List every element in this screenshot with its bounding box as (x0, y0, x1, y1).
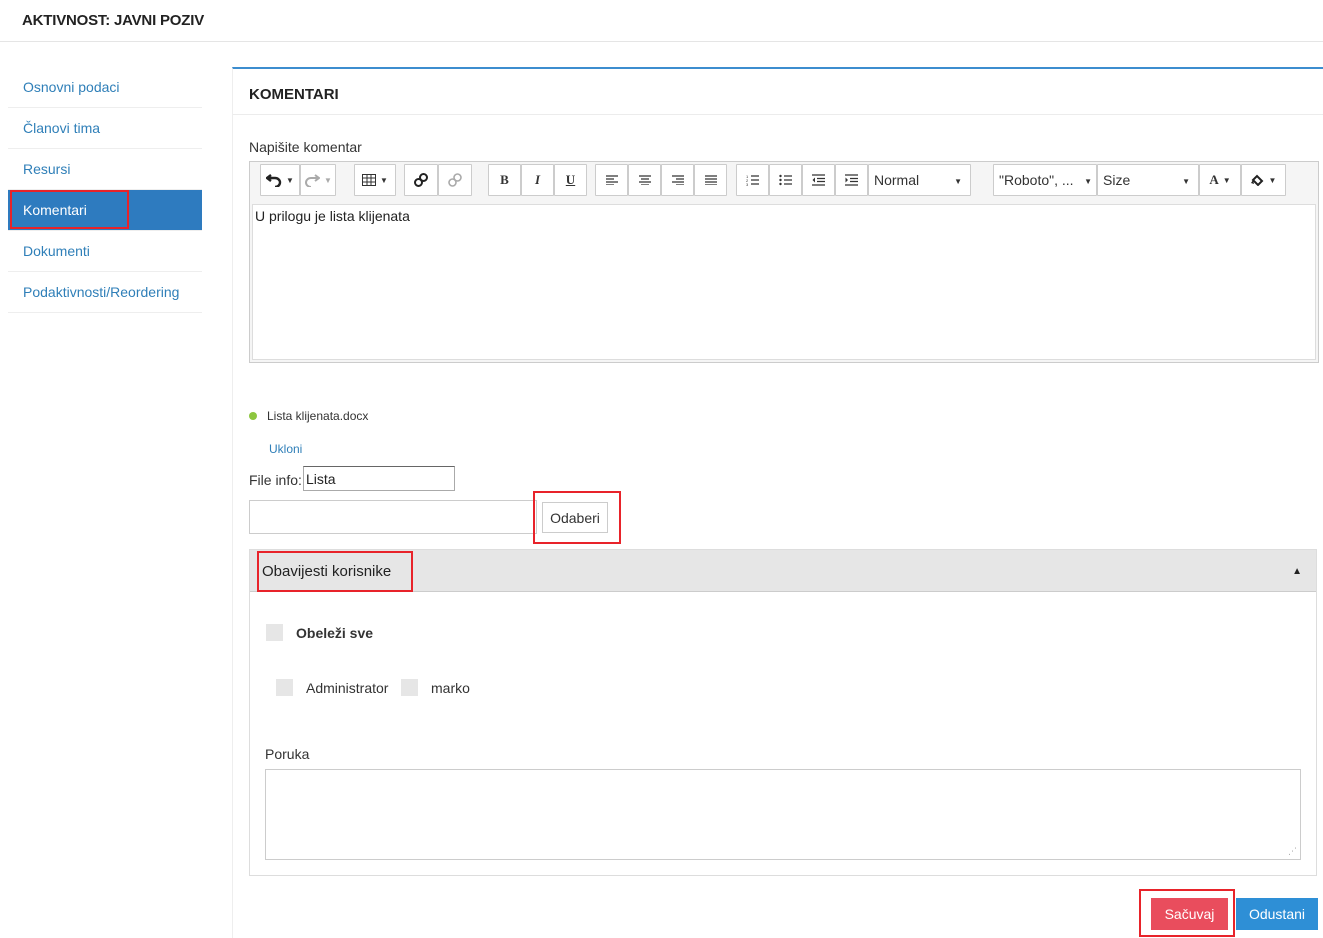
link-button[interactable] (404, 164, 438, 196)
sidebar-item-label: Dokumenti (23, 243, 90, 259)
font-size-value: Size (1103, 172, 1131, 188)
attachment-item: Lista klijenata.docx (249, 409, 368, 423)
chevron-down-icon: ▼ (954, 177, 962, 186)
message-textarea[interactable]: ⋰ (265, 769, 1301, 860)
comment-label: Napišite komentar (249, 139, 362, 155)
table-icon (362, 174, 377, 186)
remove-attachment-link[interactable]: Ukloni (269, 442, 302, 456)
highlight-box (1139, 889, 1235, 937)
align-justify-button[interactable] (694, 164, 727, 196)
align-right-icon (671, 175, 684, 185)
editor-content-text: U prilogu je lista klijenata (255, 208, 410, 224)
status-dot-icon (249, 412, 257, 420)
chevron-down-icon: ▼ (1222, 175, 1231, 185)
chevron-down-icon: ▼ (1268, 175, 1277, 185)
collapse-up-icon[interactable]: ▲ (1292, 566, 1302, 577)
link-icon (414, 173, 428, 187)
indent-icon (845, 174, 858, 186)
sidebar-item-resursi[interactable]: Resursi (8, 149, 202, 190)
font-color-button[interactable]: A ▼ (1199, 164, 1241, 196)
file-info-input[interactable] (303, 466, 455, 491)
align-center-button[interactable] (628, 164, 661, 196)
underline-button[interactable]: U (554, 164, 587, 196)
page-title: AKTIVNOST: JAVNI POZIV (22, 12, 205, 29)
editor-content-area[interactable]: U prilogu je lista klijenata (252, 204, 1316, 360)
main-panel: KOMENTARI Napišite komentar ▼ ▼ ▼ B I U … (232, 67, 1323, 938)
user-checkbox-administrator[interactable] (276, 679, 293, 696)
outdent-button[interactable] (802, 164, 835, 196)
ordered-list-icon: 123 (746, 174, 759, 186)
sidebar-item-label: Resursi (23, 161, 71, 177)
editor-toolbar: ▼ ▼ ▼ B I U 1 2 3 Normal ▼ "Roboto", ...… (250, 162, 1318, 202)
chevron-down-icon: ▼ (380, 175, 388, 185)
outdent-icon (812, 174, 825, 186)
notify-users-header[interactable]: Obavijesti korisnike ▲ (250, 550, 1316, 592)
redo-icon (305, 174, 321, 187)
indent-button[interactable] (835, 164, 868, 196)
sidebar-item-clanovi-tima[interactable]: Članovi tima (8, 108, 202, 149)
sidebar-item-label: Podaktivnosti/Reordering (23, 284, 180, 300)
align-left-button[interactable] (595, 164, 628, 196)
user-checkbox-marko[interactable] (401, 679, 418, 696)
panel-header: KOMENTARI (233, 69, 1323, 115)
file-info-label: File info: (249, 472, 302, 488)
highlight-color-button[interactable]: ▼ (1241, 164, 1286, 196)
sidebar-item-dokumenti[interactable]: Dokumenti (8, 231, 202, 272)
select-all-checkbox[interactable] (266, 624, 283, 641)
undo-icon (266, 174, 282, 187)
svg-text:3: 3 (746, 182, 749, 186)
sidebar-item-komentari[interactable]: Komentari (8, 190, 202, 231)
align-center-icon (638, 175, 651, 185)
highlight-box (10, 190, 129, 229)
highlight-box (257, 551, 413, 592)
rich-text-editor: ▼ ▼ ▼ B I U 1 2 3 Normal ▼ "Roboto", ...… (249, 161, 1319, 363)
align-right-button[interactable] (661, 164, 694, 196)
highlight-icon (1250, 174, 1263, 186)
bold-button[interactable]: B (488, 164, 521, 196)
chevron-down-icon: ▼ (286, 175, 294, 185)
align-justify-icon (704, 175, 717, 185)
cancel-button[interactable]: Odustani (1236, 898, 1318, 930)
user-label-marko: marko (431, 680, 470, 696)
unlink-icon (448, 173, 462, 187)
chevron-down-icon: ▼ (324, 175, 332, 185)
resize-grip-icon[interactable]: ⋰ (1288, 846, 1297, 857)
font-color-icon: A (1209, 172, 1219, 187)
font-family-value: "Roboto", ... (999, 172, 1074, 188)
undo-button[interactable]: ▼ (260, 164, 300, 196)
bullet-list-icon (779, 174, 792, 186)
paragraph-style-select[interactable]: Normal ▼ (868, 164, 971, 196)
user-label-administrator: Administrator (306, 680, 389, 696)
align-left-icon (605, 175, 618, 185)
message-label: Poruka (265, 746, 310, 762)
paragraph-style-value: Normal (874, 172, 920, 188)
font-size-select[interactable]: Size ▼ (1097, 164, 1199, 196)
chevron-down-icon: ▼ (1084, 177, 1092, 186)
file-path-field[interactable] (249, 500, 537, 534)
sidebar-item-label: Članovi tima (23, 120, 101, 136)
sidebar-item-label: Osnovni podaci (23, 79, 120, 95)
ordered-list-button[interactable]: 123 (736, 164, 769, 196)
top-bar: AKTIVNOST: JAVNI POZIV (0, 0, 1323, 42)
sidebar-item-podaktivnosti[interactable]: Podaktivnosti/Reordering (8, 272, 202, 313)
panel-title: KOMENTARI (249, 86, 339, 103)
sidebar-item-osnovni-podaci[interactable]: Osnovni podaci (8, 67, 202, 108)
redo-button[interactable]: ▼ (300, 164, 336, 196)
attachment-file-name: Lista klijenata.docx (267, 409, 369, 423)
chevron-down-icon: ▼ (1182, 177, 1190, 186)
font-family-select[interactable]: "Roboto", ... ▼ (993, 164, 1097, 196)
table-button[interactable]: ▼ (354, 164, 396, 196)
highlight-box (533, 491, 621, 544)
italic-button[interactable]: I (521, 164, 554, 196)
unlink-button[interactable] (438, 164, 472, 196)
notify-users-panel: Obavijesti korisnike ▲ Obeleži sve Admin… (249, 549, 1317, 876)
sidebar: Osnovni podaci Članovi tima Resursi Kome… (8, 67, 202, 313)
select-all-label: Obeleži sve (296, 625, 374, 641)
bullet-list-button[interactable] (769, 164, 802, 196)
